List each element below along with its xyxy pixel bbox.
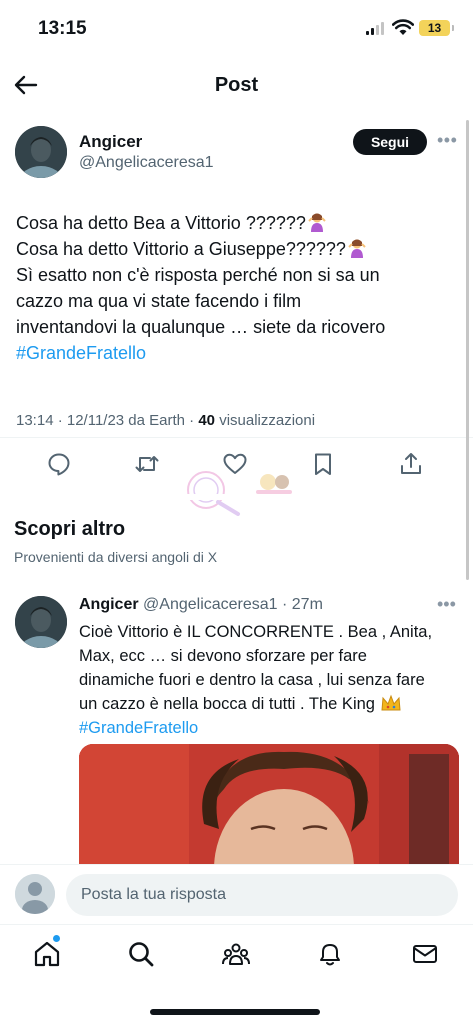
crown-emoji-icon [381, 694, 401, 711]
tweet-line: cazzo ma qua vi state facendo i film [16, 291, 302, 311]
discover-subtitle: Provenienti da diversi angoli di X [14, 549, 218, 565]
home-indicator[interactable] [150, 1009, 320, 1015]
search-icon[interactable] [126, 939, 156, 969]
tweet-line: inventandovi la qualunque … siete da ric… [16, 317, 386, 337]
author-handle[interactable]: @Angelicaceresa1 [79, 154, 214, 172]
author-avatar[interactable] [15, 126, 67, 178]
home-icon[interactable] [32, 939, 62, 969]
tweet-line-text: Cosa ha detto Bea a Vittorio ?????? [16, 213, 306, 233]
share-icon[interactable] [397, 450, 425, 478]
post-line-text: un cazzo è nella bocca di tutti . The Ki… [79, 695, 380, 713]
views-label[interactable]: visualizzazioni [215, 412, 315, 429]
tweet-text: Cosa ha detto Bea a Vittorio ?????? Cosa… [16, 210, 461, 366]
scrollbar[interactable] [466, 120, 469, 580]
page-title: Post [214, 74, 259, 96]
repost-icon[interactable] [133, 450, 161, 478]
tweet-line: Cosa ha detto Vittorio a Giuseppe?????? [16, 236, 461, 262]
messages-icon[interactable] [410, 939, 440, 969]
author-name[interactable]: Angicer [79, 596, 139, 613]
post-timestamp: 13:14 · 12/11/23 da Earth · [16, 412, 199, 429]
post-meta: 13:14 · 12/11/23 da Earth · 40 visualizz… [16, 412, 315, 429]
tweet-line: Sì esatto non c'è risposta perché non si… [16, 265, 380, 285]
reply-compose-bar [0, 864, 473, 924]
notification-dot [53, 935, 60, 942]
top-bar: Post [0, 60, 473, 110]
shrug-emoji-icon [308, 213, 326, 232]
author-name[interactable]: Angicer [79, 132, 142, 152]
views-count: 40 [198, 412, 216, 429]
author-handle-time[interactable]: @Angelicaceresa1 · 27m [139, 596, 323, 613]
hashtag-link[interactable]: #GrandeFratello [79, 716, 464, 740]
reply-input[interactable] [66, 874, 458, 916]
post-media-image[interactable] [79, 744, 459, 864]
post-text: Cioè Vittorio è IL CONCORRENTE . Bea , A… [79, 620, 464, 740]
battery-indicator: 13 [419, 20, 454, 36]
signal-icon [366, 22, 384, 35]
divider [0, 437, 473, 438]
watermark-sticker [187, 471, 292, 516]
notifications-icon[interactable] [315, 939, 345, 969]
section-gap [0, 494, 473, 500]
shrug-emoji-icon [348, 239, 366, 258]
bookmark-icon[interactable] [309, 450, 337, 478]
author-avatar[interactable] [15, 596, 67, 648]
hashtag-link[interactable]: #GrandeFratello [16, 340, 461, 366]
reply-icon[interactable] [45, 450, 73, 478]
user-avatar[interactable] [15, 874, 55, 914]
wifi-icon [392, 19, 414, 35]
post-header: Angicer @Angelicaceresa1 · 27m [79, 596, 323, 614]
post-line: dinamiche fuori e dentro la casa , lui s… [79, 671, 425, 689]
status-bar: 13:15 13 [0, 0, 473, 58]
more-options-icon[interactable]: ••• [437, 594, 456, 615]
communities-icon[interactable] [221, 939, 251, 969]
tweet-line-text: Cosa ha detto Vittorio a Giuseppe?????? [16, 239, 346, 259]
discover-title: Scopri altro [14, 518, 126, 540]
bottom-navigation [0, 924, 473, 984]
follow-button[interactable]: Segui [353, 129, 427, 155]
post-line: un cazzo è nella bocca di tutti . The Ki… [79, 692, 464, 716]
more-options-icon[interactable]: ••• [437, 130, 457, 151]
post-line: Max, ecc … si devono sforzare per fare [79, 647, 367, 665]
tweet-line: Cosa ha detto Bea a Vittorio ?????? [16, 210, 461, 236]
post-line: Cioè Vittorio è IL CONCORRENTE . Bea , A… [79, 623, 433, 641]
status-time: 13:15 [38, 18, 87, 39]
